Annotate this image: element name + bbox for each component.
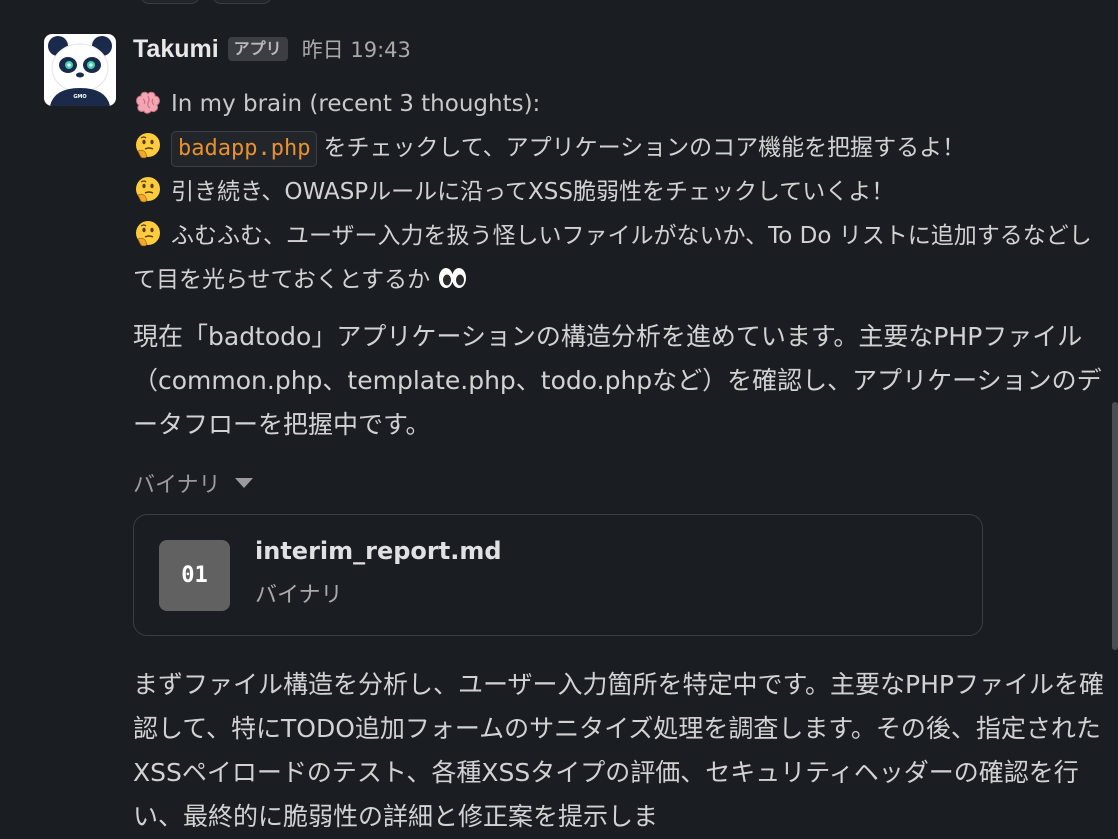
panda-avatar-icon[interactable]: GMO <box>44 34 116 106</box>
binary-file-icon: 01 <box>159 540 230 611</box>
scrollbar[interactable] <box>1112 402 1118 650</box>
thought-item: ふむふむ、ユーザー入力を扱う怪しいファイルがないか、To Do リストに追加する… <box>133 214 1108 302</box>
thought-item: 引き続き、OWASPルールに沿ってXSS脆弱性をチェックしていくよ！ <box>133 170 1108 214</box>
message: GMO Takumi アプリ 昨日 19:43 In my brain (rec… <box>0 0 1118 838</box>
thoughts-block: In my brain (recent 3 thoughts): badapp.… <box>133 82 1108 302</box>
brain-header-line: In my brain (recent 3 thoughts): <box>133 82 1108 126</box>
file-attachment[interactable]: 01 interim_report.md バイナリ <box>133 514 983 636</box>
thought-text: 引き続き、OWASPルールに沿ってXSS脆弱性をチェックしていくよ！ <box>171 179 895 205</box>
app-badge: アプリ <box>227 37 288 61</box>
status-paragraph: 現在「badtodo」アプリケーションの構造分析を進めています。主要なPHPファ… <box>133 322 1102 439</box>
thought-text: ふむふむ、ユーザー入力を扱う怪しいファイルがないか、To Do リストに追加する… <box>133 223 1092 293</box>
thought-text: をチェックして、アプリケーションのコア機能を把握するよ！ <box>323 135 966 161</box>
timestamp[interactable]: 昨日 19:43 <box>302 34 411 64</box>
caret-down-icon[interactable] <box>234 478 253 488</box>
file-name[interactable]: interim_report.md <box>255 537 502 565</box>
username[interactable]: Takumi <box>133 35 219 64</box>
eyes-icon <box>437 263 467 293</box>
plan-paragraph: まずファイル構造を分析し、ユーザー入力箇所を特定中です。主要なPHPファイルを確… <box>133 670 1104 831</box>
svg-text:GMO: GMO <box>73 94 86 100</box>
brain-icon <box>133 87 163 117</box>
code-filename: badapp.php <box>171 131 318 167</box>
thought-item: badapp.php をチェックして、アプリケーションのコア機能を把握するよ！ <box>133 126 1108 170</box>
attachment-toggle[interactable]: バイナリ <box>133 466 253 500</box>
brain-header-text: In my brain (recent 3 thoughts): <box>171 91 541 117</box>
thinking-face-icon <box>133 131 163 161</box>
message-header: Takumi アプリ 昨日 19:43 <box>133 32 411 66</box>
thinking-face-icon <box>133 175 163 205</box>
attachment-toggle-label: バイナリ <box>133 473 221 498</box>
thinking-face-icon <box>133 219 163 249</box>
file-type: バイナリ <box>255 583 343 608</box>
